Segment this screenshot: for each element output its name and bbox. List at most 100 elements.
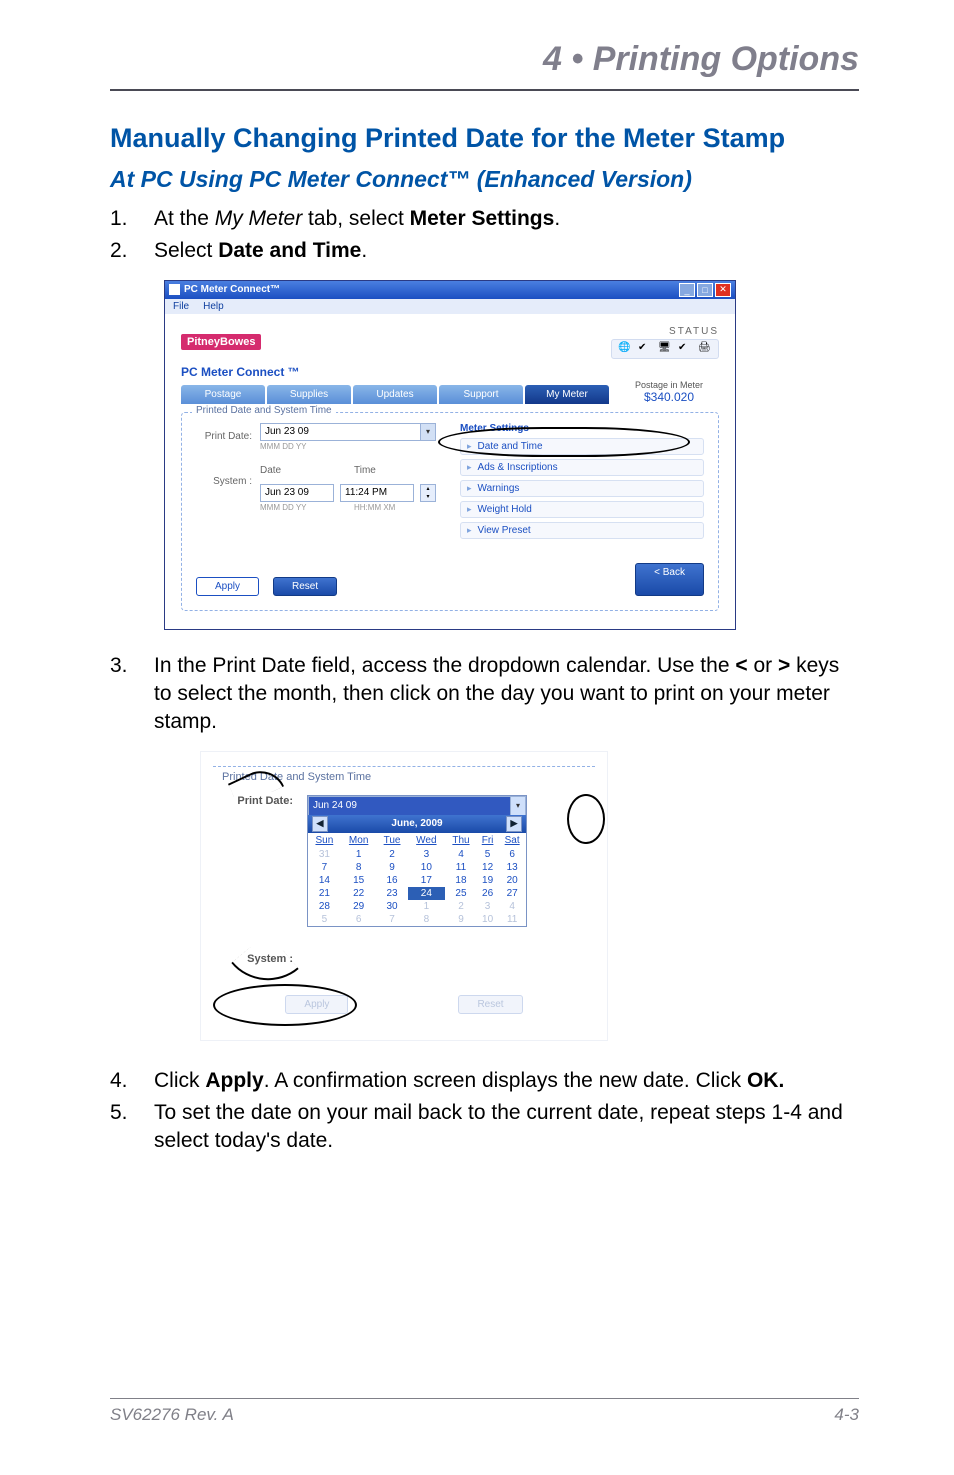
- sys-label: System :: [196, 476, 252, 487]
- cal-day[interactable]: 9: [445, 913, 477, 926]
- cal-day[interactable]: 5: [308, 913, 341, 926]
- cal-day[interactable]: 6: [498, 848, 526, 861]
- system-label: System :: [219, 953, 293, 965]
- print-date-dropdown[interactable]: Jun 23 09 ▾: [260, 423, 436, 441]
- cal-day[interactable]: 2: [377, 848, 408, 861]
- cal-day[interactable]: 15: [341, 874, 377, 887]
- maximize-button[interactable]: □: [697, 283, 713, 297]
- sys-date-field[interactable]: Jun 23 09: [260, 484, 334, 502]
- chapter-rule: [110, 89, 859, 91]
- cal-day[interactable]: 2: [445, 900, 477, 913]
- brand-logo: PitneyBowes: [181, 334, 261, 350]
- check-icon: ✔: [678, 342, 692, 356]
- t: My Meter: [215, 207, 303, 230]
- cal-day[interactable]: 7: [308, 861, 341, 874]
- cal-day[interactable]: 7: [377, 913, 408, 926]
- cal-day[interactable]: 13: [498, 861, 526, 874]
- check-icon: ✔: [638, 342, 652, 356]
- cal-day[interactable]: 12: [477, 861, 498, 874]
- cal-day[interactable]: 26: [477, 887, 498, 900]
- globe-icon: 🌐: [618, 342, 632, 356]
- cal-day[interactable]: 1: [408, 900, 446, 913]
- cal-day[interactable]: 21: [308, 887, 341, 900]
- cal-day[interactable]: 11: [445, 861, 477, 874]
- cal-day[interactable]: 14: [308, 874, 341, 887]
- tab-postage[interactable]: Postage: [181, 385, 265, 404]
- arrow-icon: ▸: [467, 504, 472, 515]
- back-button[interactable]: < Back: [635, 563, 704, 596]
- minimize-button[interactable]: _: [679, 283, 695, 297]
- menu-help[interactable]: Help: [203, 301, 224, 312]
- setting-date-time[interactable]: ▸Date and Time: [460, 438, 704, 455]
- cal-day[interactable]: 22: [341, 887, 377, 900]
- app-name: PC Meter Connect ™: [181, 365, 609, 379]
- tab-my-meter[interactable]: My Meter: [525, 385, 609, 404]
- tab-updates[interactable]: Updates: [353, 385, 437, 404]
- cal-day[interactable]: 9: [377, 861, 408, 874]
- cal-day[interactable]: 17: [408, 874, 446, 887]
- cal-day[interactable]: 18: [445, 874, 477, 887]
- setting-warnings[interactable]: ▸Warnings: [460, 480, 704, 497]
- cal-day[interactable]: 6: [341, 913, 377, 926]
- chevron-down-icon[interactable]: ▾: [510, 797, 525, 815]
- step-4: 4. Click Apply. A confirmation screen di…: [110, 1067, 859, 1095]
- t: In the Print Date field, access the drop…: [154, 654, 735, 677]
- print-date-label: Print Date:: [196, 431, 252, 442]
- app-icon: [169, 284, 180, 295]
- apply-button[interactable]: Apply: [285, 995, 348, 1014]
- print-date-field[interactable]: Jun 24 09 ▾: [308, 796, 526, 815]
- step-num: 1.: [110, 205, 154, 233]
- reset-button[interactable]: Reset: [458, 995, 522, 1014]
- setting-label: Warnings: [478, 483, 520, 494]
- t: .: [361, 239, 367, 262]
- cal-day[interactable]: 5: [477, 848, 498, 861]
- step-5: 5. To set the date on your mail back to …: [110, 1099, 859, 1156]
- cal-day[interactable]: 31: [308, 848, 341, 861]
- cal-day[interactable]: 3: [408, 848, 446, 861]
- setting-label: View Preset: [478, 525, 531, 536]
- cal-day[interactable]: 4: [445, 848, 477, 861]
- t: To set the date on your mail back to the…: [154, 1099, 859, 1156]
- prev-month-button[interactable]: ◀: [312, 816, 328, 832]
- tab-supplies[interactable]: Supplies: [267, 385, 351, 404]
- time-spinner[interactable]: ▴▾: [420, 484, 436, 502]
- chapter-title: 4 • Printing Options: [110, 40, 859, 89]
- cal-day[interactable]: 23: [377, 887, 408, 900]
- cal-day[interactable]: 10: [477, 913, 498, 926]
- panel-legend: Printed Date and System Time: [192, 405, 336, 416]
- cal-day[interactable]: 29: [341, 900, 377, 913]
- cal-day[interactable]: 16: [377, 874, 408, 887]
- cal-day[interactable]: 28: [308, 900, 341, 913]
- setting-label: Date and Time: [478, 441, 543, 452]
- setting-weight-hold[interactable]: ▸Weight Hold: [460, 501, 704, 518]
- dow: Wed: [408, 833, 446, 848]
- cal-day[interactable]: 27: [498, 887, 526, 900]
- panel-legend: Printed Date and System Time: [219, 771, 374, 783]
- cal-day[interactable]: 10: [408, 861, 446, 874]
- next-month-button[interactable]: ▶: [506, 816, 522, 832]
- cal-day[interactable]: 4: [498, 900, 526, 913]
- cal-day[interactable]: 19: [477, 874, 498, 887]
- cal-day[interactable]: 30: [377, 900, 408, 913]
- setting-ads[interactable]: ▸Ads & Inscriptions: [460, 459, 704, 476]
- tab-support[interactable]: Support: [439, 385, 523, 404]
- cal-day[interactable]: 11: [498, 913, 526, 926]
- close-button[interactable]: ✕: [715, 283, 731, 297]
- calendar-month: June, 2009: [391, 818, 442, 829]
- print-date-value: Jun 23 09: [265, 426, 309, 437]
- cal-day[interactable]: 3: [477, 900, 498, 913]
- setting-view-preset[interactable]: ▸View Preset: [460, 522, 704, 539]
- cal-day[interactable]: 1: [341, 848, 377, 861]
- cal-day-selected[interactable]: 24: [408, 887, 446, 900]
- menu-file[interactable]: File: [173, 301, 189, 312]
- cal-day[interactable]: 8: [408, 913, 446, 926]
- calendar-popup: Jun 24 09 ▾ ◀ June, 2009 ▶ Sun Mon Tue: [307, 795, 527, 927]
- cal-day[interactable]: 20: [498, 874, 526, 887]
- print-date-fmt: MMM DD YY: [260, 442, 436, 451]
- chevron-down-icon[interactable]: ▾: [420, 424, 435, 440]
- cal-day[interactable]: 8: [341, 861, 377, 874]
- reset-button[interactable]: Reset: [273, 577, 337, 596]
- cal-day[interactable]: 25: [445, 887, 477, 900]
- apply-button[interactable]: Apply: [196, 577, 259, 596]
- sys-time-field[interactable]: 11:24 PM: [340, 484, 414, 502]
